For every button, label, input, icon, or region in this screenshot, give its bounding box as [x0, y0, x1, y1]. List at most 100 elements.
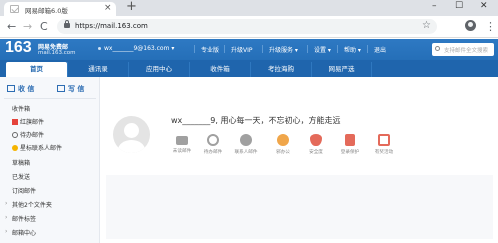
receive-mail-button[interactable]: 收 信	[7, 82, 34, 96]
chevron-right-icon[interactable]: ›	[5, 228, 7, 235]
sidebar-item-subscriptions[interactable]: 订阅邮件	[12, 186, 36, 195]
divider	[4, 98, 96, 99]
lock-icon	[345, 134, 355, 146]
user-account-menu[interactable]: wx_______9@163.com ▾	[104, 45, 174, 52]
mail-header: 163 网易免费邮 mail.163.com wx_______9@163.co…	[0, 39, 498, 60]
star-icon	[12, 145, 18, 151]
home-panel: wx_______9, 用心每一天，不忘初心，方能走远 未读邮件 待办邮件 联系…	[101, 77, 498, 243]
sidebar-group-mail-center[interactable]: 邮箱中心	[12, 228, 36, 237]
reload-icon[interactable]: C	[40, 20, 48, 33]
quick-label: 未读邮件	[172, 149, 192, 154]
browser-tab-strip: 网易邮箱6.0版 × + – ☐ ✕	[0, 0, 498, 16]
tab-close-icon[interactable]: ×	[104, 3, 112, 13]
sidebar-item-label: 红旗邮件	[20, 119, 45, 126]
quick-office[interactable]: 邪办公	[268, 134, 298, 155]
sidebar-item-starred-contacts[interactable]: 星标联系人邮件	[12, 143, 62, 152]
pro-edition-link[interactable]: 专业版	[201, 45, 219, 54]
mail-search-input[interactable]: 支持邮件全文搜索	[432, 43, 494, 56]
browser-menu-icon[interactable]: ⋮	[485, 20, 496, 33]
sidebar-item-label: 邮箱中心	[12, 230, 37, 237]
clock-icon	[12, 132, 18, 138]
sidebar-item-label: 星标联系人邮件	[20, 145, 63, 152]
receive-label: 收 信	[18, 85, 35, 93]
sidebar-item-label: 订阅邮件	[12, 188, 37, 195]
chevron-right-icon[interactable]: ›	[5, 214, 7, 221]
forward-icon[interactable]: →	[23, 20, 32, 33]
settings-menu[interactable]: 设置 ▾	[314, 45, 331, 54]
quick-label: 安全度	[309, 150, 323, 155]
upgrade-service-menu[interactable]: 升级服务 ▾	[269, 45, 298, 54]
content-panel	[106, 175, 493, 239]
tab-kaola[interactable]: 考拉海购	[250, 62, 311, 77]
compose-icon	[57, 85, 65, 92]
user-status-icon	[98, 47, 101, 50]
divider	[307, 45, 308, 53]
divider	[194, 45, 195, 53]
lock-icon	[64, 20, 70, 28]
quick-security[interactable]: 安全度	[301, 134, 331, 155]
tab-inbox[interactable]: 收件箱	[189, 62, 250, 77]
mail-favicon-icon	[10, 5, 19, 13]
quick-unread[interactable]: 未读邮件	[167, 134, 197, 154]
quick-label: 联系人邮件	[234, 150, 258, 155]
sidebar-item-sent[interactable]: 已发送	[12, 172, 30, 181]
quick-contacts[interactable]: 联系人邮件	[231, 134, 261, 155]
chevron-right-icon[interactable]: ›	[5, 200, 7, 207]
new-tab-icon[interactable]: +	[126, 0, 137, 14]
quick-todo[interactable]: 待办邮件	[198, 134, 228, 155]
calendar-icon	[378, 134, 390, 146]
tab-yanxuan[interactable]: 网易严选	[311, 62, 372, 77]
logo-domain: mail.163.com	[38, 50, 76, 56]
address-bar[interactable]: https://mail.163.com ☆	[57, 19, 437, 34]
quick-prize-event[interactable]: 有奖活动	[369, 134, 399, 155]
search-placeholder: 支持邮件全文搜索	[444, 48, 489, 54]
window-close-icon[interactable]: ✕	[480, 1, 488, 11]
tab-contacts[interactable]: 通讯录	[67, 62, 128, 77]
sidebar-item-label: 收件箱	[12, 106, 31, 113]
tab-app-center[interactable]: 应用中心	[128, 62, 189, 77]
user-avatar[interactable]	[113, 116, 150, 153]
sidebar-item-inbox[interactable]: 收件箱	[12, 104, 30, 113]
browser-tab[interactable]: 网易邮箱6.0版 ×	[4, 2, 116, 16]
sidebar-group-other-folders[interactable]: 其他2个文件夹	[12, 200, 52, 209]
red-flag-icon	[12, 119, 18, 125]
quick-login-protect[interactable]: 登录保护	[335, 134, 365, 155]
bookmark-star-icon[interactable]: ☆	[422, 20, 431, 31]
back-icon[interactable]: ←	[7, 20, 16, 33]
sidebar-item-drafts[interactable]: 草稿箱	[12, 158, 30, 167]
logout-link[interactable]: 退出	[374, 45, 386, 54]
sidebar-item-label: 草稿箱	[12, 160, 31, 167]
greeting-text: wx_______9, 用心每一天，不忘初心，方能走远	[171, 116, 341, 125]
sidebar: 收 信 写 信 收件箱 红旗邮件 待办邮件 星标联系人邮件 草稿箱 已发送 订阅…	[0, 77, 100, 243]
receive-icon	[7, 85, 15, 92]
maximize-icon[interactable]: ☐	[455, 1, 463, 11]
contact-icon	[240, 134, 252, 146]
compose-button[interactable]: 写 信	[57, 82, 84, 96]
envelope-icon	[176, 136, 188, 145]
quick-label: 有奖活动	[374, 150, 394, 155]
sidebar-item-red-flag[interactable]: 红旗邮件	[12, 117, 44, 126]
url-text: https://mail.163.com	[75, 22, 148, 30]
quick-label: 邪办公	[276, 150, 290, 155]
minimize-icon[interactable]: –	[432, 1, 437, 11]
sidebar-group-labels[interactable]: 邮件标签	[12, 214, 36, 223]
browser-tab-title: 网易邮箱6.0版	[25, 7, 68, 15]
tab-home[interactable]: 首页	[6, 62, 67, 77]
sidebar-item-todo[interactable]: 待办邮件	[12, 130, 44, 139]
help-menu[interactable]: 帮助 ▾	[344, 45, 361, 54]
upgrade-vip-link[interactable]: 升级VIP	[231, 45, 253, 54]
logo-number[interactable]: 163	[5, 39, 32, 57]
clock-icon	[207, 134, 219, 146]
avatar-head-shape	[124, 123, 139, 138]
divider	[367, 45, 368, 53]
divider	[224, 45, 225, 53]
compose-label: 写 信	[68, 85, 85, 93]
quick-label: 登录保护	[340, 150, 360, 155]
divider	[262, 45, 263, 53]
sidebar-item-label: 其他2个文件夹	[12, 202, 52, 209]
divider	[337, 45, 338, 53]
shield-icon	[310, 134, 322, 146]
browser-toolbar: ← → C https://mail.163.com ☆ ⋮	[0, 16, 498, 38]
account-avatar-icon[interactable]	[465, 20, 476, 31]
search-icon	[435, 46, 440, 51]
